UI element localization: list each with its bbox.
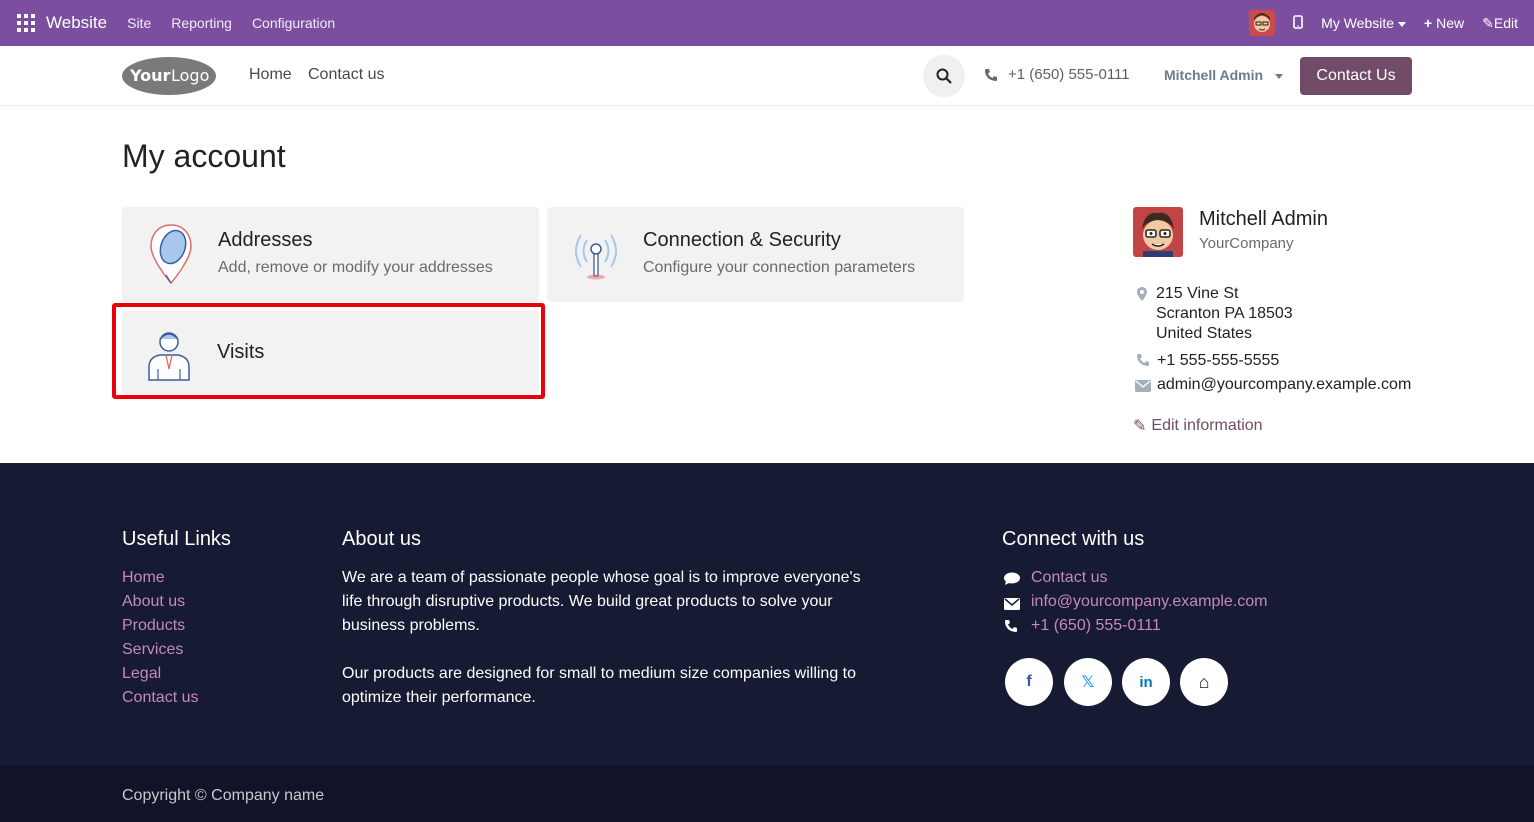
my-website-dropdown[interactable]: My Website [1321,15,1407,31]
edit-label: Edit [1493,14,1518,31]
page-title: My account [122,138,286,174]
envelope-icon [1135,379,1151,397]
linkedin-icon[interactable]: in [1122,658,1170,706]
caret-down-icon [1274,73,1283,79]
svg-text:Your: Your [129,66,171,85]
search-icon [936,68,952,84]
facebook-icon[interactable]: f [1005,658,1053,706]
nav-contact-us[interactable]: Contact us [308,66,384,84]
edit-information-link[interactable]: ✎ Edit information [1133,416,1263,436]
header-phone-number: +1 (650) 555-0111 [1008,66,1130,83]
footer-link-home[interactable]: Home [122,569,165,587]
connection-security-title: Connection & Security [643,229,841,251]
profile-phone: +1 555-555-5555 [1157,352,1280,369]
footer-connect-phone[interactable]: +1 (650) 555-0111 [1031,617,1161,635]
connection-security-desc: Configure your connection parameters [643,259,916,276]
comment-icon [1004,572,1020,591]
admin-menu-site[interactable]: Site [127,15,151,31]
address-line3: United States [1156,325,1253,342]
map-marker-icon [1137,287,1147,306]
about-us-heading: About us [342,528,421,550]
about-us-paragraph-2: Our products are designed for small to m… [342,665,857,706]
caret-down-icon [1398,21,1407,27]
user-dropdown-label: Mitchell Admin [1164,67,1264,83]
user-dropdown[interactable]: Mitchell Admin [1164,67,1283,83]
pencil-icon: ✎ [1482,14,1494,31]
admin-bar: Website Site Reporting Configuration My … [0,0,1534,46]
antenna-icon [569,227,623,288]
addresses-card[interactable]: Addresses Add, remove or modify your add… [122,207,539,302]
footer-connect-email[interactable]: info@yourcompany.example.com [1031,593,1268,611]
addresses-desc: Add, remove or modify your addresses [218,259,493,276]
copyright-text: Copyright © Company name [122,787,325,804]
envelope-icon [1004,597,1020,615]
new-label: New [1436,15,1465,31]
phone-icon [1004,619,1018,638]
header-phone[interactable]: +1 (650) 555-0111 [984,66,1130,83]
footer-link-about-us[interactable]: About us [122,593,185,611]
admin-avatar[interactable] [1249,10,1276,36]
edit-button[interactable]: ✎Edit [1482,15,1518,32]
address-line1: 215 Vine St [1156,285,1239,302]
plus-icon: + [1424,15,1433,31]
footer-link-contact-us[interactable]: Contact us [122,689,198,707]
company-logo[interactable]: Your Logo [121,56,217,96]
phone-icon [985,68,997,81]
apps-menu-icon[interactable] [17,14,35,32]
footer-link-services[interactable]: Services [122,641,183,659]
x-twitter-icon[interactable]: 𝕏 [1064,658,1112,706]
profile-email: admin@yourcompany.example.com [1157,376,1412,393]
mobile-preview-icon[interactable] [1293,14,1303,32]
connection-security-card[interactable]: Connection & Security Configure your con… [547,207,964,302]
my-website-label: My Website [1321,15,1395,31]
address-line2: Scranton PA 18503 [1156,305,1293,322]
admin-menu-reporting[interactable]: Reporting [171,15,232,31]
about-us-paragraph-1: We are a team of passionate people whose… [342,569,861,634]
admin-brand[interactable]: Website [46,13,107,33]
profile-company: YourCompany [1199,235,1294,252]
map-pin-icon [148,223,194,292]
new-button[interactable]: + New [1424,15,1464,31]
visits-highlight-box [112,303,545,399]
pencil-icon: ✎ [1133,418,1147,435]
footer-connect-contact-us[interactable]: Contact us [1031,569,1107,587]
copyright-bar: Copyright © Company name [0,766,1534,822]
admin-menu-configuration[interactable]: Configuration [252,15,335,31]
site-header: Your Logo Home Contact us +1 (650) 555-0… [0,46,1534,106]
contact-us-button[interactable]: Contact Us [1300,57,1412,95]
home-icon[interactable]: ⌂ [1180,658,1228,706]
svg-text:Logo: Logo [171,66,209,85]
edit-information-label: Edit information [1151,417,1263,434]
connect-heading: Connect with us [1002,528,1145,550]
footer: Useful Links Home About us Products Serv… [0,463,1534,766]
useful-links-heading: Useful Links [122,528,231,550]
nav-home[interactable]: Home [249,66,292,84]
footer-link-products[interactable]: Products [122,617,185,635]
addresses-title: Addresses [218,229,313,251]
search-button[interactable] [923,55,965,97]
profile-name: Mitchell Admin [1199,208,1328,230]
phone-icon [1136,353,1150,372]
footer-link-legal[interactable]: Legal [122,665,161,683]
profile-avatar [1133,207,1183,257]
